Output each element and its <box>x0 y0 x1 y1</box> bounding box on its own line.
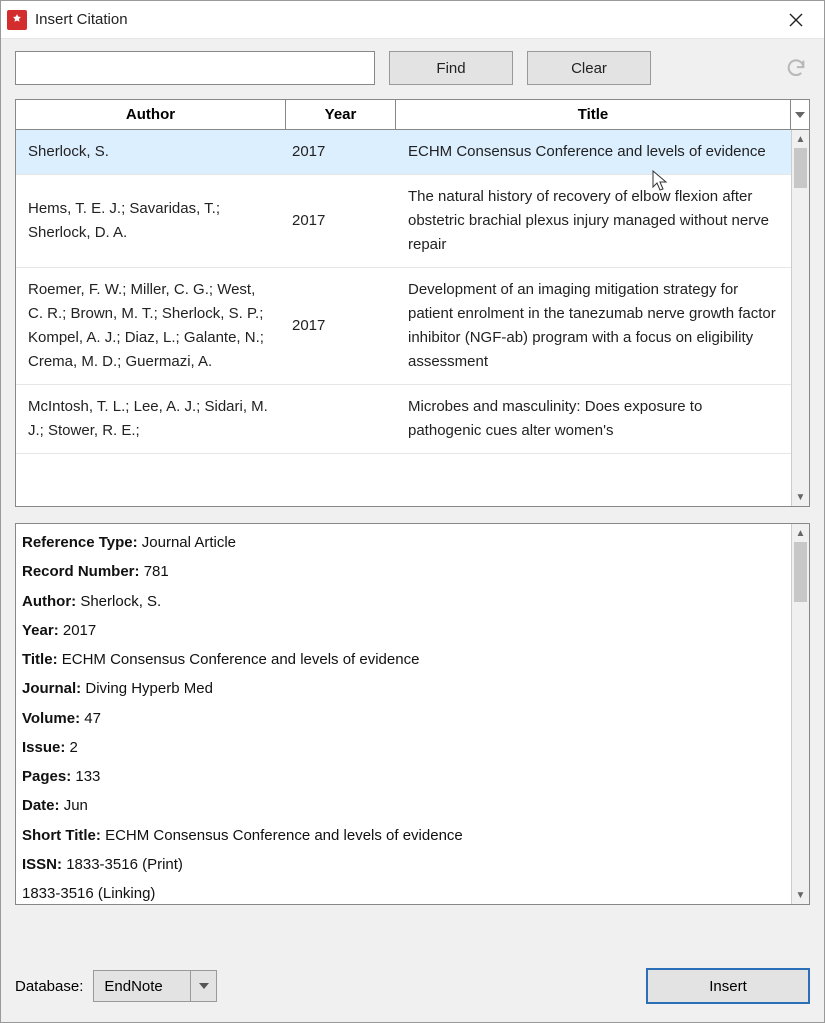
clear-button[interactable]: Clear <box>527 51 651 85</box>
scroll-up-icon[interactable]: ▲ <box>792 524 809 542</box>
journal-label: Journal: <box>22 680 81 697</box>
detail-scrollbar[interactable]: ▲ ▼ <box>791 524 809 904</box>
reference-type-label: Reference Type: <box>22 534 138 551</box>
scroll-up-icon[interactable]: ▲ <box>792 130 809 148</box>
search-row: Find Clear <box>15 51 810 85</box>
cell-author: Sherlock, S. <box>16 130 286 174</box>
search-input[interactable] <box>15 51 375 85</box>
cell-year: 2017 <box>286 175 396 267</box>
results-scrollbar[interactable]: ▲ ▼ <box>791 130 809 506</box>
detail-body: Reference Type: Journal Article Record N… <box>16 524 791 904</box>
record-number-label: Record Number: <box>22 563 140 580</box>
record-number-value: 781 <box>144 563 169 580</box>
issn-label: ISSN: <box>22 856 62 873</box>
pages-value: 133 <box>75 768 100 785</box>
refresh-icon[interactable] <box>782 54 810 82</box>
cell-author: McIntosh, T. L.; Lee, A. J.; Sidari, M. … <box>16 385 286 453</box>
chevron-down-icon[interactable] <box>791 100 809 129</box>
cell-title: Development of an imaging mitigation str… <box>396 268 791 384</box>
reference-type-value: Journal Article <box>142 534 236 551</box>
window-title: Insert Citation <box>35 11 778 28</box>
pages-label: Pages: <box>22 768 71 785</box>
author-label: Author: <box>22 593 76 610</box>
database-value: EndNote <box>94 971 190 1001</box>
insert-button[interactable]: Insert <box>646 968 810 1004</box>
cell-year <box>286 385 396 453</box>
database-select[interactable]: EndNote <box>93 970 217 1002</box>
table-row[interactable]: Hems, T. E. J.; Savaridas, T.; Sherlock,… <box>16 175 791 268</box>
title-value: ECHM Consensus Conference and levels of … <box>62 651 420 668</box>
cell-author: Roemer, F. W.; Miller, C. G.; West, C. R… <box>16 268 286 384</box>
close-icon[interactable] <box>778 4 814 36</box>
cell-title: ECHM Consensus Conference and levels of … <box>396 130 791 174</box>
column-author[interactable]: Author <box>16 100 286 129</box>
date-label: Date: <box>22 797 60 814</box>
find-button[interactable]: Find <box>389 51 513 85</box>
cell-title: Microbes and masculinity: Does exposure … <box>396 385 791 453</box>
volume-value: 47 <box>84 710 101 727</box>
titlebar: Insert Citation <box>1 1 824 39</box>
issn-extra-value: 1833-3516 (Linking) <box>22 885 155 902</box>
app-icon <box>7 10 27 30</box>
scroll-thumb[interactable] <box>794 542 807 602</box>
table-row[interactable]: Roemer, F. W.; Miller, C. G.; West, C. R… <box>16 268 791 385</box>
column-title[interactable]: Title <box>396 100 791 129</box>
issue-value: 2 <box>70 739 78 756</box>
scroll-thumb[interactable] <box>794 148 807 188</box>
scroll-down-icon[interactable]: ▼ <box>792 488 809 506</box>
cell-author: Hems, T. E. J.; Savaridas, T.; Sherlock,… <box>16 175 286 267</box>
issn-value: 1833-3516 (Print) <box>66 856 183 873</box>
issue-label: Issue: <box>22 739 65 756</box>
column-year[interactable]: Year <box>286 100 396 129</box>
dialog-content: Find Clear Author Year Title Sherlock, S… <box>1 39 824 1022</box>
title-label: Title: <box>22 651 58 668</box>
detail-panel: Reference Type: Journal Article Record N… <box>15 523 810 905</box>
year-label: Year: <box>22 622 59 639</box>
chevron-down-icon[interactable] <box>190 971 216 1001</box>
table-row[interactable]: Sherlock, S.2017ECHM Consensus Conferenc… <box>16 130 791 175</box>
footer: Database: EndNote Insert <box>15 950 810 1004</box>
date-value: Jun <box>64 797 88 814</box>
short-title-value: ECHM Consensus Conference and levels of … <box>105 827 463 844</box>
database-label: Database: <box>15 978 83 995</box>
table-row[interactable]: McIntosh, T. L.; Lee, A. J.; Sidari, M. … <box>16 385 791 454</box>
volume-label: Volume: <box>22 710 80 727</box>
results-table: Author Year Title Sherlock, S.2017ECHM C… <box>15 99 810 507</box>
cell-year: 2017 <box>286 268 396 384</box>
table-header: Author Year Title <box>16 100 809 130</box>
short-title-label: Short Title: <box>22 827 101 844</box>
author-value: Sherlock, S. <box>80 593 161 610</box>
scroll-down-icon[interactable]: ▼ <box>792 886 809 904</box>
cell-year: 2017 <box>286 130 396 174</box>
journal-value: Diving Hyperb Med <box>85 680 213 697</box>
year-value: 2017 <box>63 622 96 639</box>
cell-title: The natural history of recovery of elbow… <box>396 175 791 267</box>
